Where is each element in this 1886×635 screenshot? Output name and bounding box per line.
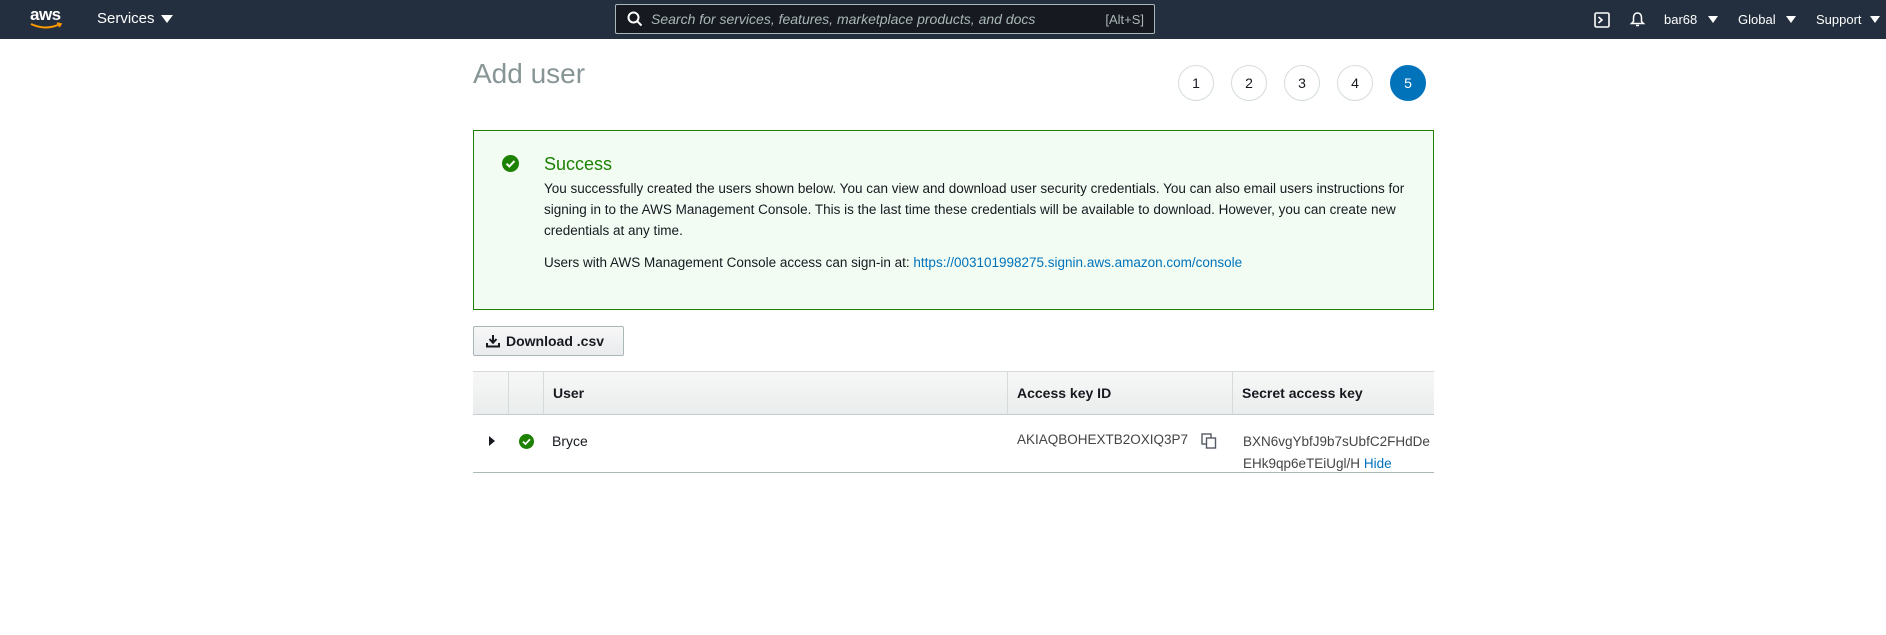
step-3[interactable]: 3	[1284, 65, 1320, 101]
download-icon	[486, 335, 500, 348]
search-bar[interactable]: [Alt+S]	[615, 4, 1155, 34]
secret-key-wrapper: BXN6vgYbfJ9b7sUbfC2FHdDeEHk9qp6eTEiUgl/H…	[1243, 431, 1433, 475]
header-user[interactable]: User	[544, 372, 1008, 414]
caret-down-icon	[1785, 16, 1796, 23]
table-header: User Access key ID Secret access key	[473, 371, 1434, 415]
cloudshell-icon	[1594, 11, 1610, 28]
step-4[interactable]: 4	[1337, 65, 1373, 101]
signin-url-link[interactable]: https://003101998275.signin.aws.amazon.c…	[913, 255, 1242, 270]
header-expand-col	[473, 372, 509, 414]
expand-cell	[473, 415, 509, 472]
status-cell	[509, 415, 544, 472]
user-cell: Bryce	[544, 415, 1008, 472]
hide-secret-link[interactable]: Hide	[1364, 456, 1392, 471]
alert-heading: Success	[544, 154, 613, 174]
services-label: Services	[97, 10, 155, 27]
secret-key-cell: BXN6vgYbfJ9b7sUbfC2FHdDeEHk9qp6eTEiUgl/H…	[1233, 415, 1434, 472]
alert-body: You successfully created the users shown…	[544, 181, 1405, 238]
caret-down-icon	[1708, 16, 1719, 23]
access-key-id: AKIAQBOHEXTB2OXIQ3P7	[1017, 432, 1189, 447]
download-csv-button[interactable]: Download .csv	[473, 326, 624, 356]
signin-prefix: Users with AWS Management Console access…	[544, 255, 914, 270]
top-navigation: aws Services [Alt+S] bar68 Glob	[0, 0, 1886, 39]
header-status-col	[509, 372, 544, 414]
aws-logo-text: aws	[30, 5, 61, 24]
search-shortcut-hint: [Alt+S]	[1105, 12, 1144, 27]
search-input[interactable]	[651, 11, 1091, 27]
secret-access-key: BXN6vgYbfJ9b7sUbfC2FHdDeEHk9qp6eTEiUgl/H	[1243, 434, 1430, 471]
table-row: Bryce AKIAQBOHEXTB2OXIQ3P7 BXN6vgYbfJ9b7…	[473, 415, 1434, 473]
page-title: Add user	[473, 58, 586, 89]
account-name: bar68	[1664, 12, 1698, 27]
search-icon	[627, 11, 643, 27]
step-1[interactable]: 1	[1178, 65, 1214, 101]
header-secret-access-key[interactable]: Secret access key	[1233, 372, 1434, 414]
success-alert: Success You successfully created the use…	[473, 130, 1434, 310]
account-menu[interactable]: bar68	[1664, 0, 1719, 39]
aws-logo[interactable]: aws	[30, 6, 64, 32]
step-2[interactable]: 2	[1231, 65, 1267, 101]
caret-down-icon	[160, 14, 173, 23]
access-key-cell: AKIAQBOHEXTB2OXIQ3P7	[1008, 415, 1233, 472]
bell-icon	[1629, 12, 1646, 27]
success-check-icon	[502, 155, 519, 172]
wizard-steps: 1 2 3 4 5	[1178, 65, 1426, 101]
download-label: Download .csv	[506, 333, 605, 349]
region-menu[interactable]: Global	[1738, 0, 1796, 39]
copy-icon[interactable]	[1201, 433, 1217, 449]
step-5-active[interactable]: 5	[1390, 65, 1426, 101]
services-menu[interactable]: Services	[97, 10, 173, 27]
cloudshell-button[interactable]	[1594, 0, 1610, 39]
success-check-icon	[519, 434, 534, 449]
expand-row-icon[interactable]	[489, 436, 495, 446]
support-label: Support	[1816, 12, 1862, 27]
credentials-table: User Access key ID Secret access key Bry…	[473, 371, 1434, 473]
caret-down-icon	[1869, 16, 1880, 23]
support-menu[interactable]: Support	[1816, 0, 1880, 39]
signin-line: Users with AWS Management Console access…	[544, 255, 1242, 270]
user-name: Bryce	[552, 433, 588, 449]
header-access-key-id[interactable]: Access key ID	[1008, 372, 1233, 414]
region-name: Global	[1738, 12, 1776, 27]
notifications-button[interactable]	[1629, 0, 1646, 39]
